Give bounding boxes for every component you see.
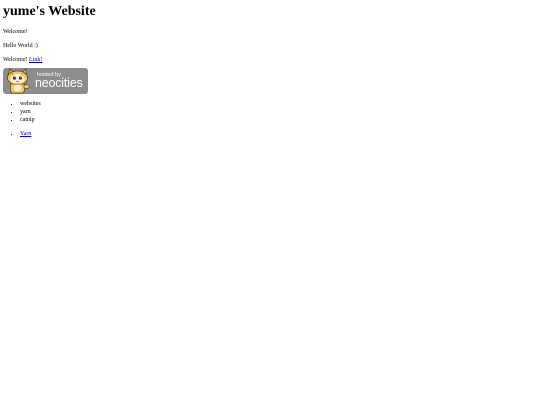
badge-brand-label: neocities xyxy=(35,76,83,90)
links-list: Yarn xyxy=(3,130,537,138)
welcome-link-paragraph: Welcome! Link! xyxy=(3,57,537,64)
list-item: yarn xyxy=(20,108,537,116)
list-item: catnip xyxy=(20,116,537,124)
welcome-text: Welcome! xyxy=(3,29,28,35)
yarn-link[interactable]: Yarn xyxy=(20,131,31,137)
welcome-link-prefix: Welcome! xyxy=(3,57,28,63)
page-title: yume's Website xyxy=(3,4,96,19)
page: yume's Website Welcome! Hello World :) W… xyxy=(0,0,540,405)
list-item: Yarn xyxy=(20,130,537,138)
neocities-badge[interactable]: hosted by neocities xyxy=(3,68,88,94)
interests-list: websites yarn catnip xyxy=(3,100,537,124)
hello-text: Hello World :) xyxy=(3,43,38,49)
link[interactable]: Link! xyxy=(29,57,42,63)
list-item: websites xyxy=(20,100,537,108)
